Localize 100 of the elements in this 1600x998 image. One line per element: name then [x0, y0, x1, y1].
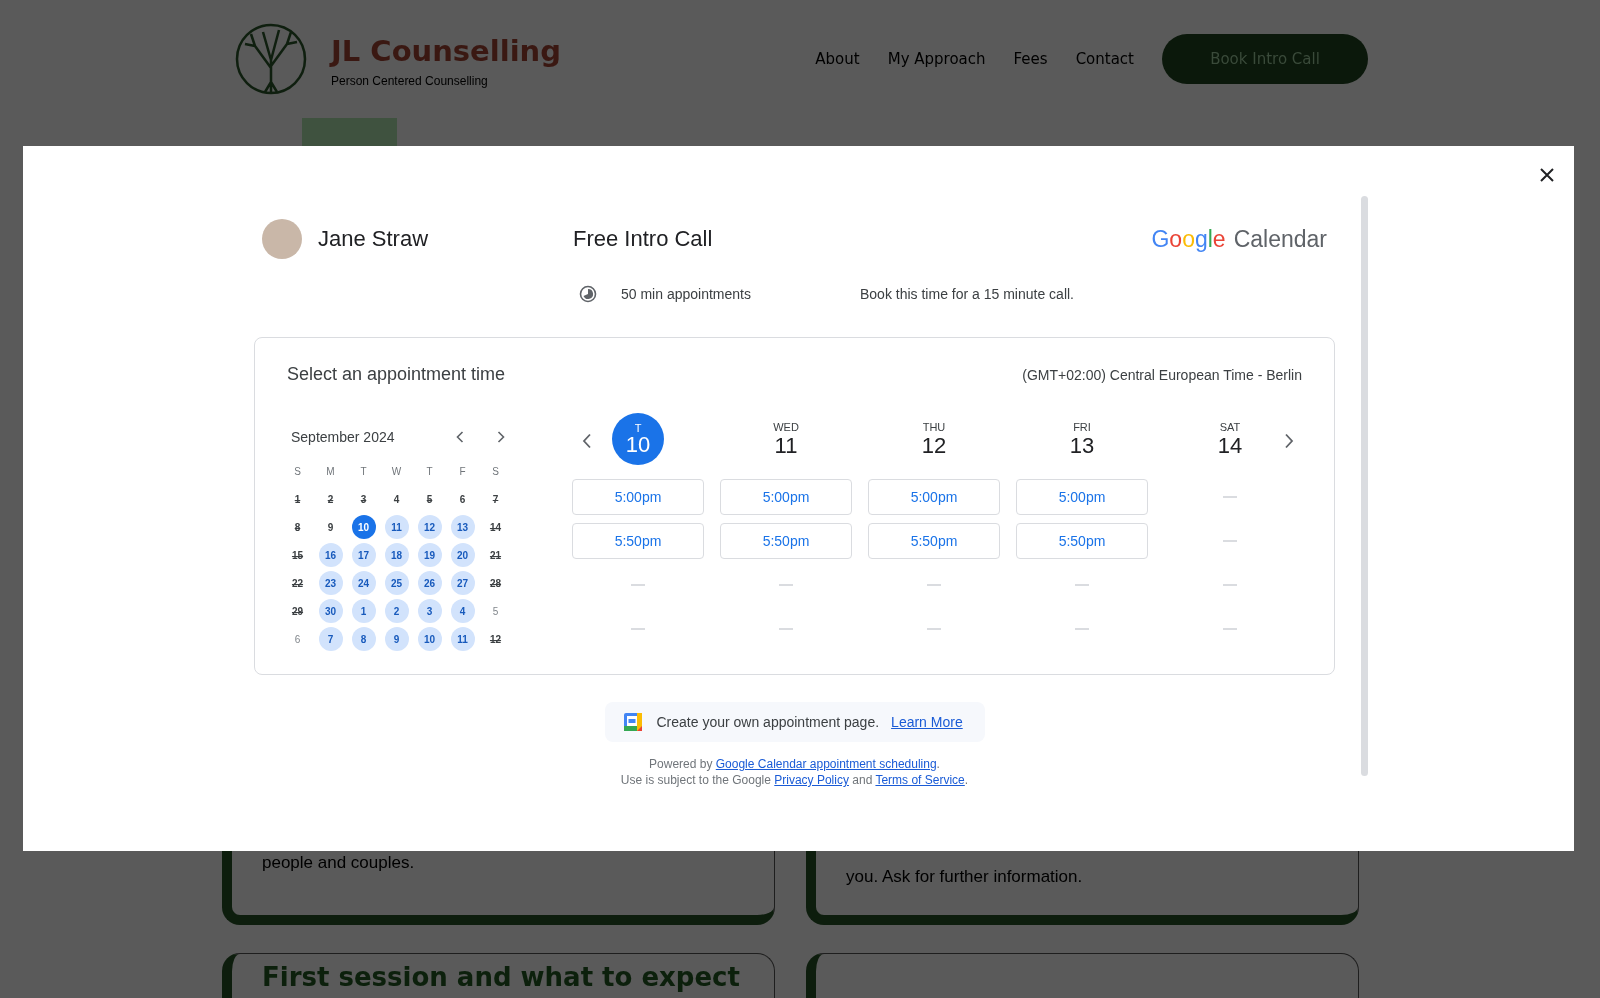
calendar-day: 6	[285, 627, 310, 651]
day-number[interactable]: 14	[1217, 433, 1243, 459]
calendar-day[interactable]: 2	[384, 599, 409, 623]
time-slot-button[interactable]: 5:50pm	[1016, 523, 1148, 559]
close-icon[interactable]	[1540, 168, 1554, 182]
calendar-day[interactable]: 10	[351, 515, 376, 539]
calendar-day[interactable]: 7	[318, 627, 343, 651]
calendar-day[interactable]: 17	[351, 543, 376, 567]
timezone-text[interactable]: (GMT+02:00) Central European Time - Berlin	[1022, 366, 1302, 383]
time-slot-button[interactable]: 5:50pm	[720, 523, 852, 559]
time-slot-button[interactable]: 5:00pm	[572, 479, 704, 515]
calendar-day[interactable]: 23	[318, 571, 343, 595]
nav-link[interactable]: My Approach	[887, 50, 986, 68]
calendar-day: 3	[351, 487, 376, 511]
nav-link[interactable]: Contact	[1075, 50, 1134, 68]
weekday-label: S	[492, 465, 499, 477]
no-slot-dash	[779, 584, 793, 586]
calendar-day[interactable]: 27	[450, 571, 475, 595]
footer-link[interactable]: Terms of Service	[875, 773, 965, 787]
calendar-day[interactable]: 9	[384, 627, 409, 651]
chevron-right-icon[interactable]	[497, 431, 505, 443]
calendar-day: 15	[285, 543, 310, 567]
calendar-day: 14	[483, 515, 508, 539]
calendar-day[interactable]: 4	[450, 599, 475, 623]
calendar-day[interactable]: 18	[384, 543, 409, 567]
weekday-label: F	[459, 465, 466, 477]
no-slot-dash	[927, 584, 941, 586]
calendar-day: 28	[483, 571, 508, 595]
weekday-label: W	[391, 465, 402, 477]
chevron-left-icon[interactable]	[456, 431, 464, 443]
no-slot-dash	[927, 628, 941, 630]
weekday-name: THU	[922, 421, 946, 433]
weekday-label: S	[294, 465, 301, 477]
day-number[interactable]: 11	[774, 433, 798, 459]
card-heading: First session and what to expect	[262, 962, 740, 992]
calendar-day[interactable]: 19	[417, 543, 442, 567]
weekday-label: M	[326, 465, 335, 477]
footer-text: Use is subject to the Google Privacy Policy and Terms of Service.	[619, 772, 970, 788]
calendar-day: 4	[384, 487, 409, 511]
chevron-left-icon[interactable]	[582, 433, 592, 449]
google-logo: Google	[1151, 225, 1226, 253]
no-slot-dash	[1075, 628, 1089, 630]
calendar-day: 21	[483, 543, 508, 567]
weekday-label: T	[426, 465, 433, 477]
nav-link[interactable]: Fees	[1013, 50, 1048, 68]
card-text: you. Ask for further information.	[846, 867, 1083, 887]
no-slot-dash	[1223, 496, 1237, 498]
calendar-day[interactable]: 30	[318, 599, 343, 623]
no-slot-dash	[1223, 584, 1237, 586]
calendar-day[interactable]: 26	[417, 571, 442, 595]
calendar-day: 2	[318, 487, 343, 511]
calendar-day: 22	[285, 571, 310, 595]
calendar-day[interactable]: 10	[417, 627, 442, 651]
weekday-name: FRI	[1073, 421, 1091, 433]
calendar-icon	[622, 712, 643, 732]
footer-link[interactable]: Google Calendar appointment scheduling	[715, 757, 937, 771]
panel-title: Select an appointment time	[287, 364, 506, 385]
calendar-day[interactable]: 11	[384, 515, 409, 539]
calendar-day[interactable]: 3	[417, 599, 442, 623]
time-slot-button[interactable]: 5:50pm	[572, 523, 704, 559]
no-slot-dash	[1075, 584, 1089, 586]
day-number[interactable]: 12	[921, 433, 947, 459]
learn-more-link[interactable]: Learn More	[891, 714, 963, 730]
calendar-day: 6	[450, 487, 475, 511]
calendar-label: Calendar	[1233, 225, 1327, 253]
calendar-day[interactable]: 25	[384, 571, 409, 595]
time-slot-button[interactable]: 5:50pm	[868, 523, 1000, 559]
time-slot-button[interactable]: 5:00pm	[868, 479, 1000, 515]
calendar-day: 5	[483, 599, 508, 623]
promo-text: Create your own appointment page.	[656, 714, 880, 730]
card-text: people and couples.	[262, 853, 415, 873]
calendar-day[interactable]: 1	[351, 599, 376, 623]
calendar-day[interactable]: 13	[450, 515, 475, 539]
nav-link[interactable]: About	[815, 50, 860, 68]
weekday-name: WED	[773, 421, 799, 433]
calendar-day: 29	[285, 599, 310, 623]
no-slot-dash	[1223, 540, 1237, 542]
calendar-day: 12	[483, 627, 508, 651]
calendar-day[interactable]: 11	[450, 627, 475, 651]
weekday-name: SAT	[1219, 421, 1241, 433]
host-name: Jane Straw	[318, 226, 429, 252]
time-slot-button[interactable]: 5:00pm	[720, 479, 852, 515]
calendar-day: 7	[483, 487, 508, 511]
day-number[interactable]: 13	[1069, 433, 1095, 459]
calendar-day: 9	[318, 515, 343, 539]
time-slot-button[interactable]: 5:00pm	[1016, 479, 1148, 515]
footer-link[interactable]: Privacy Policy	[774, 773, 849, 787]
month-label: September 2024	[291, 429, 396, 445]
chevron-right-icon[interactable]	[1284, 433, 1294, 449]
selected-day-badge[interactable]: T 10	[612, 413, 664, 465]
calendar-day[interactable]: 24	[351, 571, 376, 595]
calendar-day[interactable]: 12	[417, 515, 442, 539]
calendar-day[interactable]: 8	[351, 627, 376, 651]
calendar-day[interactable]: 16	[318, 543, 343, 567]
event-title: Free Intro Call	[573, 226, 713, 252]
footer-text: Powered by Google Calendar appointment scheduling.	[648, 756, 941, 772]
calendar-day[interactable]: 20	[450, 543, 475, 567]
calendar-day: 5	[417, 487, 442, 511]
calendar-day: 8	[285, 515, 310, 539]
scrollbar[interactable]	[1361, 196, 1368, 776]
